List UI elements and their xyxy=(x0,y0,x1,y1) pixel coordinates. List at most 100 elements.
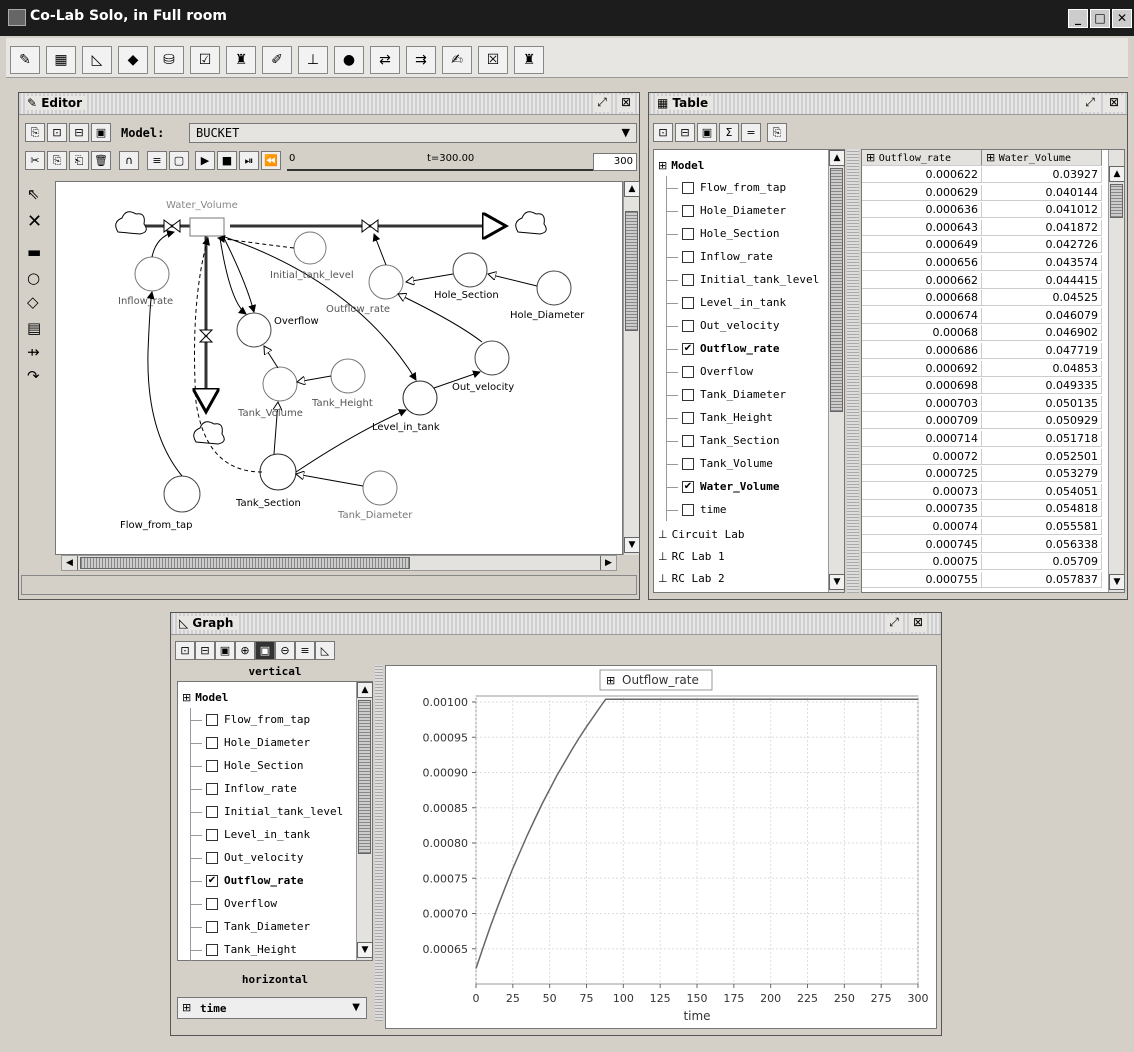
pointer-icon[interactable]: ⇖ xyxy=(27,185,40,203)
note-icon[interactable]: ✍ xyxy=(442,46,472,74)
checkbox[interactable] xyxy=(682,297,694,309)
horizontal-select[interactable]: ⊞ time ▼ xyxy=(177,997,367,1019)
open-icon[interactable]: ⊡ xyxy=(47,123,67,142)
checkbox[interactable] xyxy=(682,435,694,447)
hole-diameter-node[interactable] xyxy=(536,270,572,306)
constant-tool-icon[interactable]: ◇ xyxy=(27,293,39,311)
properties-icon[interactable]: ≡ xyxy=(147,151,167,170)
open-icon[interactable]: ⊡ xyxy=(653,123,673,142)
scroll-thumb[interactable] xyxy=(830,168,843,412)
tree-item[interactable]: Inflow_rate xyxy=(190,779,297,799)
tree-item[interactable]: Out_velocity xyxy=(190,848,303,868)
maximize-button[interactable]: □ xyxy=(1090,9,1110,28)
tree-root-model[interactable]: ⊞ Model xyxy=(658,156,704,176)
tree-item[interactable]: Tank_Height xyxy=(190,940,297,960)
play-icon[interactable]: ▶ xyxy=(195,151,215,170)
inflow-rate-node[interactable] xyxy=(134,256,170,292)
tank-section-node[interactable] xyxy=(259,453,297,491)
model-select[interactable]: BUCKET ▼ xyxy=(189,123,637,143)
scroll-thumb[interactable] xyxy=(1110,184,1123,218)
tree-item[interactable]: ✔ Outflow_rate xyxy=(666,339,779,359)
column-header[interactable]: ⊞ Water_Volume xyxy=(982,150,1102,166)
tank-diameter-node[interactable] xyxy=(362,470,398,506)
open-folder-icon[interactable]: ⊟ xyxy=(69,123,89,142)
open-folder-icon[interactable]: ⊟ xyxy=(195,641,215,660)
editor-vertical-scrollbar[interactable]: ▲ ▼ xyxy=(623,181,640,555)
save-icon[interactable]: ▣ xyxy=(215,641,235,660)
maximize-icon[interactable]: ⤢ xyxy=(1081,95,1099,112)
graph-icon[interactable]: ◺ xyxy=(82,46,112,74)
splitter[interactable] xyxy=(847,149,859,593)
editor-horizontal-scrollbar[interactable]: ◀ ▶ xyxy=(61,555,617,571)
level-in-tank-node[interactable] xyxy=(402,380,438,416)
tree-item[interactable]: Out_velocity xyxy=(666,316,779,336)
tree-item[interactable]: Hole_Diameter xyxy=(666,201,786,221)
save-icon[interactable]: ▣ xyxy=(697,123,717,142)
rc-lab-icon[interactable]: ⇄ xyxy=(370,46,400,74)
checkbox[interactable] xyxy=(206,852,218,864)
open-icon[interactable]: ⊡ xyxy=(175,641,195,660)
tree-scrollbar[interactable]: ▲ ▼ xyxy=(828,150,845,592)
open-folder-icon[interactable]: ⊟ xyxy=(675,123,695,142)
maximize-icon[interactable]: ⤢ xyxy=(885,615,903,632)
checkbox[interactable] xyxy=(206,921,218,933)
tree-root-extra[interactable]: ⊥ RC Lab 1 xyxy=(658,547,725,567)
scroll-down-icon[interactable]: ▼ xyxy=(829,574,845,590)
tree-item[interactable]: Overflow xyxy=(190,894,277,914)
zoom-out-icon[interactable]: ⊖ xyxy=(275,641,295,660)
scroll-down-icon[interactable]: ▼ xyxy=(1109,574,1124,590)
tree-item[interactable]: Tank_Volume xyxy=(666,454,773,474)
step-icon[interactable]: ▢ xyxy=(169,151,189,170)
checkbox[interactable] xyxy=(682,228,694,240)
table-scrollbar[interactable]: ▲ ▼ xyxy=(1108,150,1124,592)
scroll-down-icon[interactable]: ▼ xyxy=(357,942,373,958)
trash-icon[interactable]: ♜ xyxy=(226,46,256,74)
checkbox[interactable] xyxy=(682,274,694,286)
circuit-icon[interactable]: ⊥ xyxy=(298,46,328,74)
scroll-left-icon[interactable]: ◀ xyxy=(62,556,78,570)
column-header[interactable]: ⊞ Outflow_rate xyxy=(862,150,982,166)
close-icon[interactable]: ⊠ xyxy=(617,95,635,112)
bin-icon[interactable]: ♜ xyxy=(514,46,544,74)
close-icon[interactable]: ⊠ xyxy=(1105,95,1123,112)
checkbox[interactable] xyxy=(682,205,694,217)
checkbox[interactable] xyxy=(682,412,694,424)
copy-icon[interactable]: ⎘ xyxy=(767,123,787,142)
rewind-icon[interactable]: ⏪ xyxy=(261,151,281,170)
zoom-in-icon[interactable]: ⊕ xyxy=(235,641,255,660)
out-velocity-node[interactable] xyxy=(474,340,510,376)
sum-icon[interactable]: Σ xyxy=(719,123,739,142)
initial-tank-level-node[interactable] xyxy=(293,231,327,265)
scroll-up-icon[interactable]: ▲ xyxy=(829,150,845,166)
checkbox[interactable] xyxy=(206,783,218,795)
time-end-field[interactable]: 300 xyxy=(593,153,637,171)
tree-item[interactable]: Tank_Height xyxy=(666,408,773,428)
tree-root-extra[interactable]: ⊥ Circuit Lab xyxy=(658,525,744,545)
tree-item[interactable]: Level_in_tank xyxy=(666,293,786,313)
diamond-icon[interactable]: ◆ xyxy=(118,46,148,74)
cut-icon[interactable]: ✂ xyxy=(25,151,45,170)
flow-from-tap-node[interactable] xyxy=(163,475,201,513)
tree-item[interactable]: Tank_Section xyxy=(666,431,779,451)
splitter[interactable] xyxy=(375,665,383,1021)
new-model-icon[interactable]: ⎘ xyxy=(25,123,45,142)
tree-item[interactable]: Inflow_rate xyxy=(666,247,773,267)
overflow-node[interactable] xyxy=(236,312,272,348)
minimize-button[interactable]: _ xyxy=(1068,9,1088,28)
zoom-box-icon[interactable]: ▣ xyxy=(255,641,275,660)
tree-item[interactable]: ✔ Outflow_rate xyxy=(190,871,303,891)
equals-icon[interactable]: = xyxy=(741,123,761,142)
checked-checkbox[interactable]: ✔ xyxy=(682,343,694,355)
flow-tool-icon[interactable]: ⇸ xyxy=(27,343,40,361)
scroll-right-icon[interactable]: ▶ xyxy=(600,556,616,570)
scroll-up-icon[interactable]: ▲ xyxy=(624,181,640,197)
scroll-down-icon[interactable]: ▼ xyxy=(624,537,640,553)
close-icon[interactable]: ⊠ xyxy=(909,615,927,632)
tree-root-model[interactable]: ⊞ Model xyxy=(182,688,228,708)
h-scroll-thumb[interactable] xyxy=(80,557,410,569)
properties-icon[interactable]: ≡ xyxy=(295,641,315,660)
scroll-up-icon[interactable]: ▲ xyxy=(357,682,373,698)
editor-icon[interactable]: ✎ xyxy=(10,46,40,74)
close-button[interactable]: ✕ xyxy=(1112,9,1132,28)
table-tool-icon[interactable]: ▤ xyxy=(27,319,41,337)
